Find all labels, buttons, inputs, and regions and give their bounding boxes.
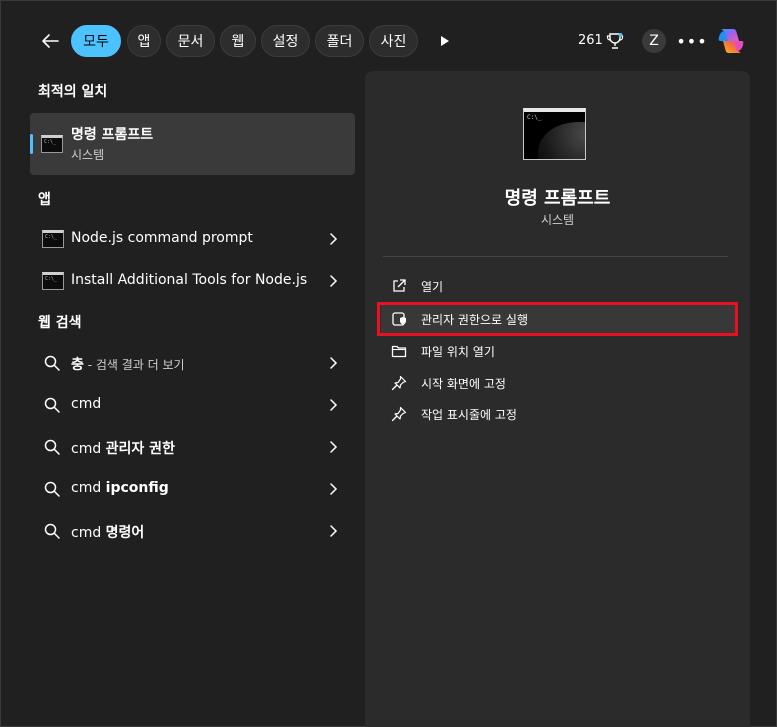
- chevron-right-icon: [330, 357, 338, 369]
- arrow-left-icon: [42, 34, 59, 48]
- app-item-label: Node.js command prompt: [71, 230, 253, 246]
- cmd-icon: C:\_: [41, 135, 63, 153]
- rewards-points: 261: [578, 33, 603, 48]
- web-result-label: 충 - 검색 결과 더 보기: [71, 357, 185, 373]
- folder-icon: [391, 345, 407, 358]
- search-icon: [44, 439, 60, 455]
- best-match-command-prompt[interactable]: C:\_ 명령 프롬프트 시스템: [30, 113, 355, 175]
- copilot-icon[interactable]: [714, 25, 748, 57]
- filter-photos[interactable]: 사진: [369, 25, 418, 57]
- action-open[interactable]: 열기: [381, 271, 735, 301]
- action-pin-to-taskbar[interactable]: 작업 표시줄에 고정: [381, 399, 735, 429]
- app-item-nodejs-command-prompt[interactable]: C:\_ Node.js command prompt: [30, 220, 355, 258]
- action-label: 열기: [421, 280, 444, 294]
- chevron-right-icon: [330, 399, 338, 411]
- action-label: 파일 위치 열기: [421, 345, 495, 359]
- divider: [383, 256, 728, 257]
- cmd-large-icon: C:\_: [523, 108, 586, 160]
- search-window: 모두 앱 문서 웹 설정 폴더 사진 261 Z ••• 최적의 일치 C:\_…: [0, 0, 777, 727]
- play-icon: [441, 36, 449, 46]
- action-label: 시작 화면에 고정: [421, 377, 506, 391]
- filter-web[interactable]: 웹: [220, 25, 256, 57]
- action-label: 작업 표시줄에 고정: [421, 408, 517, 422]
- search-icon: [44, 397, 60, 413]
- filter-apps[interactable]: 앱: [127, 25, 161, 57]
- search-icon: [44, 355, 60, 371]
- highlight-annotation-box: [377, 302, 738, 336]
- selection-indicator: [30, 134, 33, 154]
- filter-documents[interactable]: 문서: [166, 25, 215, 57]
- user-avatar[interactable]: Z: [642, 29, 666, 53]
- app-item-install-node-tools[interactable]: C:\_ Install Additional Tools for Node.j…: [30, 262, 355, 300]
- open-external-icon: [393, 279, 406, 292]
- chevron-right-icon: [330, 233, 338, 245]
- pin-icon: [391, 406, 407, 422]
- best-match-title: 명령 프롬프트: [71, 127, 154, 143]
- back-button[interactable]: [35, 27, 65, 55]
- pin-icon: [391, 375, 407, 391]
- web-search-heading: 웹 검색: [38, 315, 82, 331]
- action-open-file-location[interactable]: 파일 위치 열기: [381, 336, 735, 366]
- chevron-right-icon: [330, 275, 338, 287]
- web-result-item[interactable]: cmd: [30, 386, 355, 424]
- best-match-heading: 최적의 일치: [38, 84, 108, 100]
- best-match-subtitle: 시스템: [71, 148, 105, 162]
- search-icon: [44, 481, 60, 497]
- filter-all[interactable]: 모두: [71, 25, 121, 57]
- filter-folders[interactable]: 폴더: [315, 25, 364, 57]
- chevron-right-icon: [330, 525, 338, 537]
- web-result-label: cmd 관리자 권한: [71, 441, 175, 457]
- apps-heading: 앱: [38, 192, 51, 208]
- web-result-item[interactable]: cmd 관리자 권한: [30, 428, 355, 466]
- chevron-right-icon: [330, 441, 338, 453]
- trophy-icon[interactable]: [605, 31, 625, 51]
- more-filters-button[interactable]: [433, 31, 457, 51]
- app-item-label: Install Additional Tools for Node.js: [71, 272, 308, 288]
- web-result-item[interactable]: cmd ipconfig: [30, 470, 355, 508]
- search-icon: [44, 523, 60, 539]
- chevron-right-icon: [330, 483, 338, 495]
- web-result-item[interactable]: 충 - 검색 결과 더 보기: [30, 344, 355, 382]
- preview-subtitle: 시스템: [540, 213, 575, 227]
- web-result-item[interactable]: cmd 명령어: [30, 512, 355, 550]
- action-pin-to-start[interactable]: 시작 화면에 고정: [381, 368, 735, 398]
- web-result-label: cmd ipconfig: [71, 480, 169, 496]
- web-result-label: cmd 명령어: [71, 525, 145, 541]
- cmd-icon: C:\_: [42, 230, 64, 248]
- filter-settings[interactable]: 설정: [261, 25, 310, 57]
- more-options-button[interactable]: •••: [676, 29, 706, 53]
- preview-title: 명령 프롬프트: [504, 188, 611, 209]
- web-result-label: cmd: [71, 396, 102, 412]
- cmd-icon: C:\_: [42, 272, 64, 290]
